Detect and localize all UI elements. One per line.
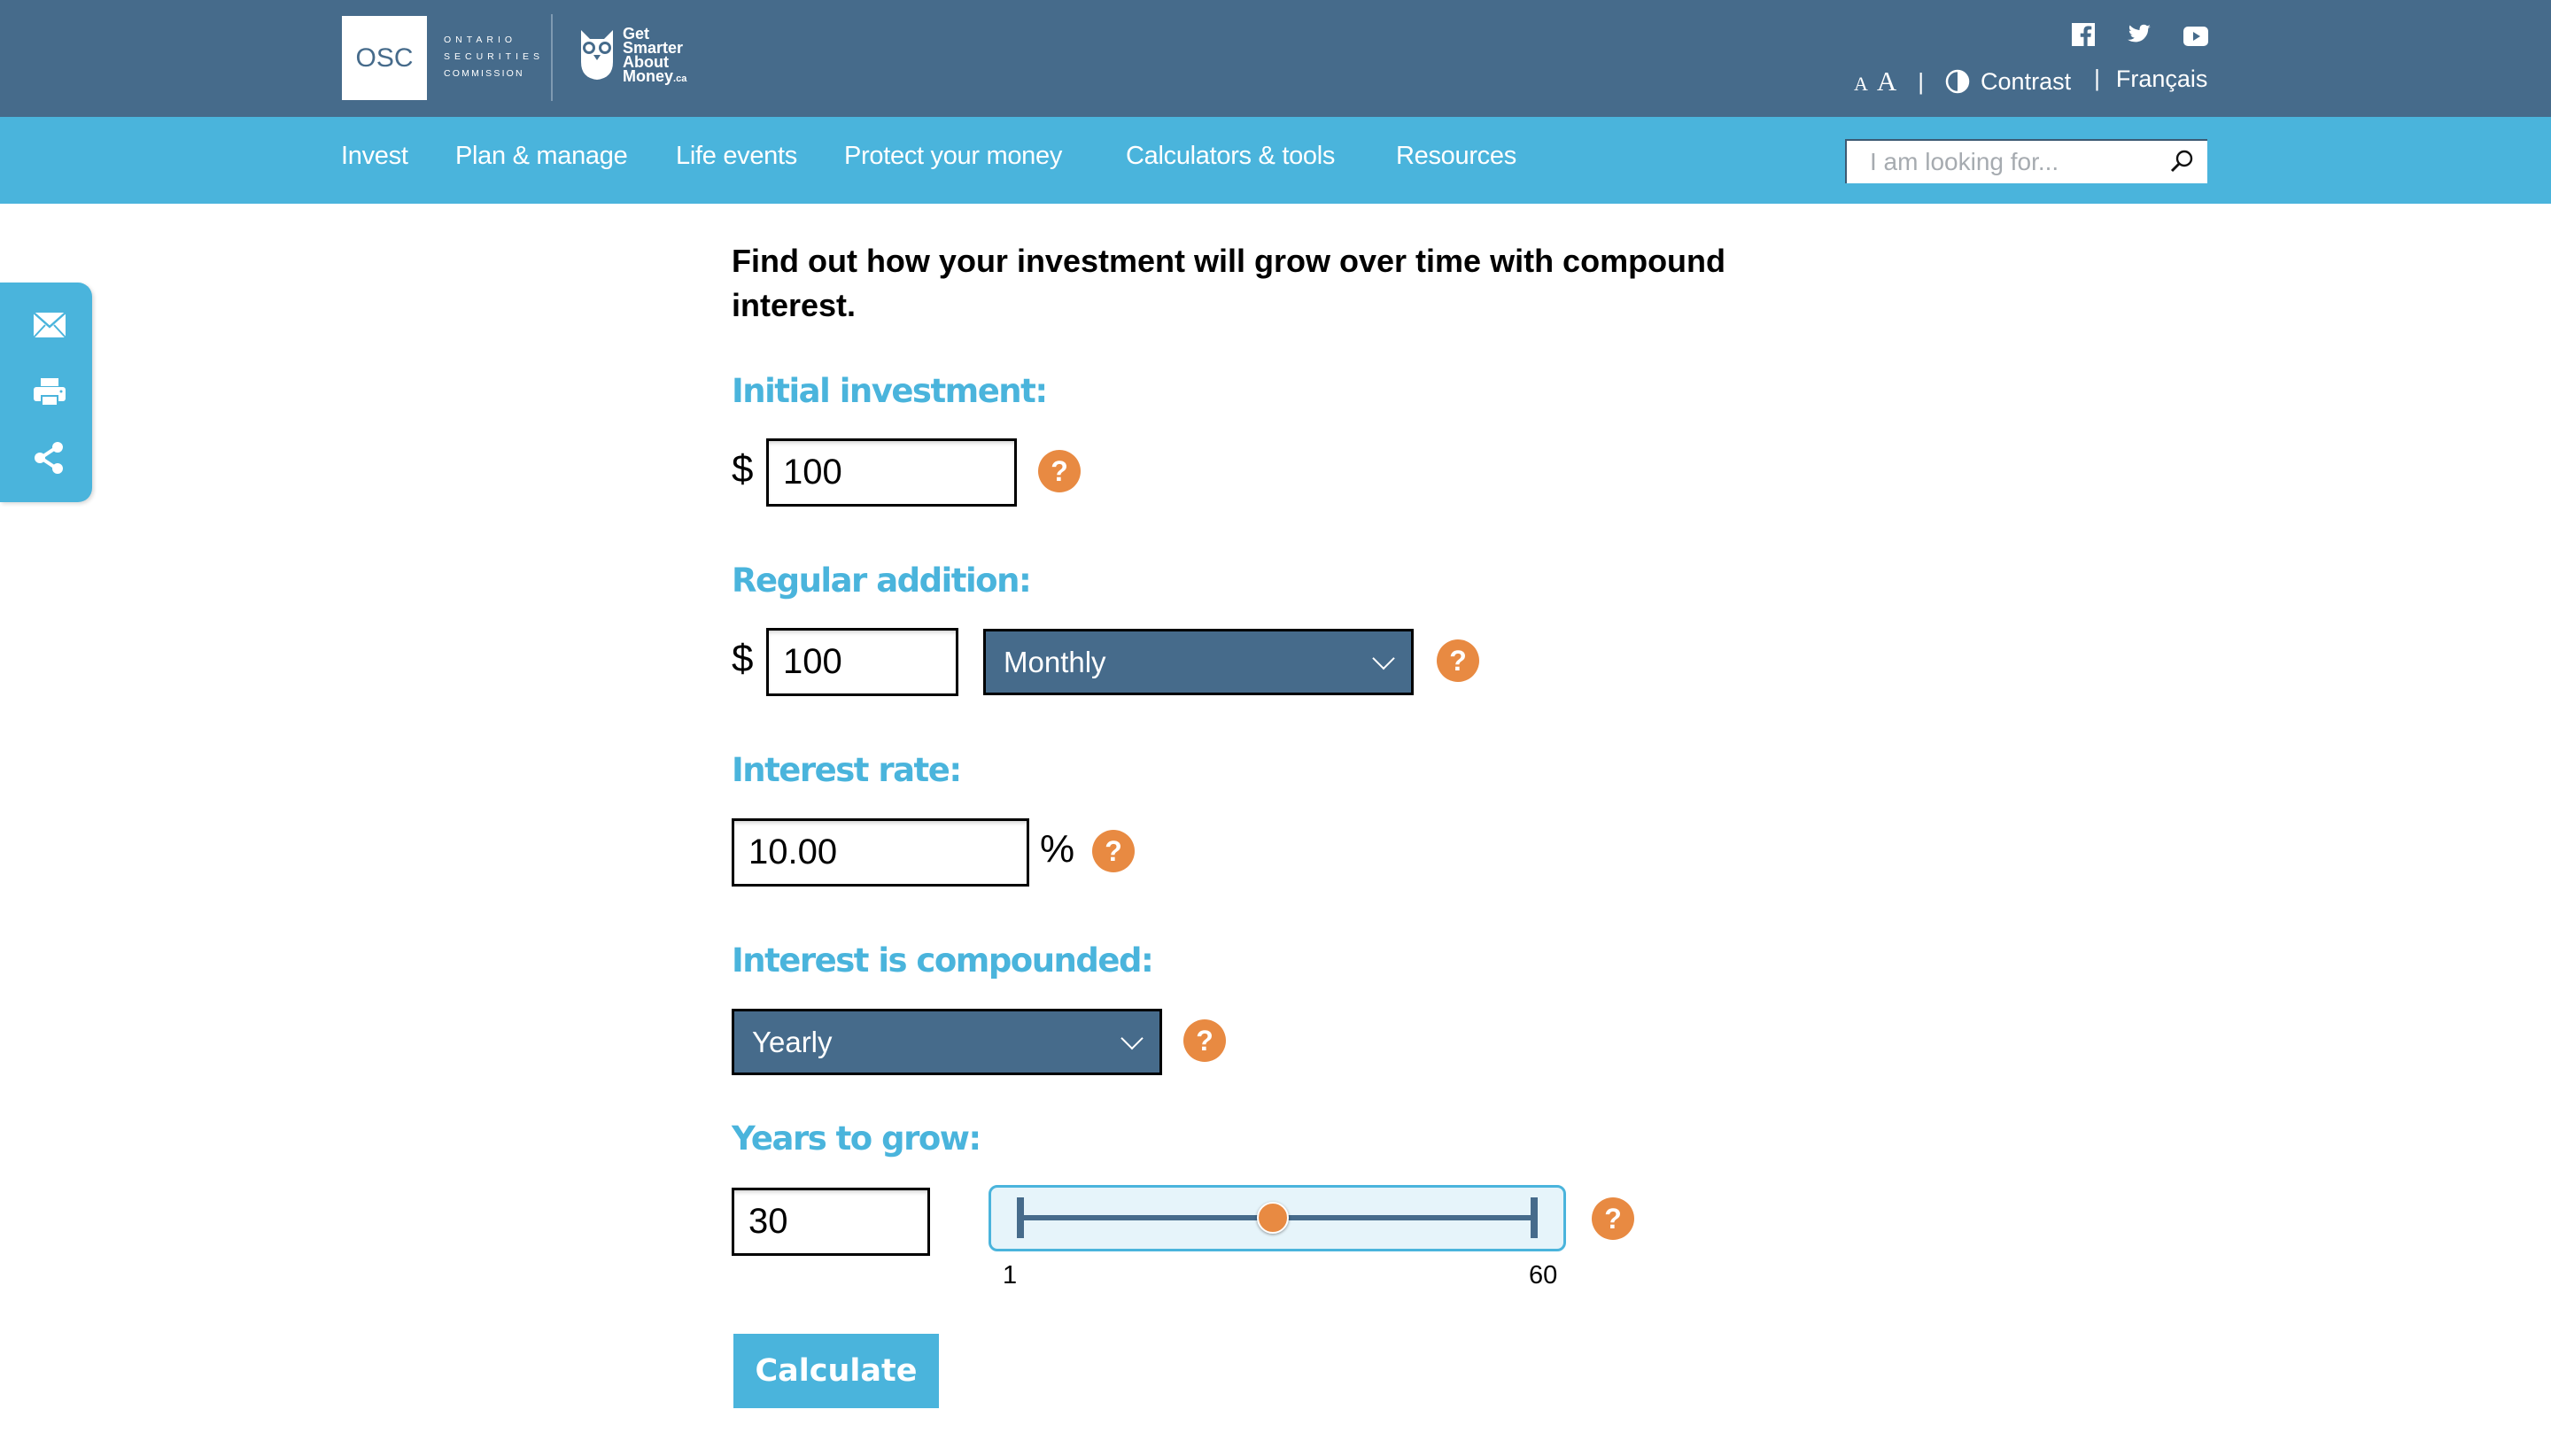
initial-investment-label: Initial investment: — [732, 372, 1048, 410]
font-size-small-button[interactable]: A — [1854, 73, 1868, 96]
share-icon[interactable] — [32, 440, 67, 476]
separator: | — [1918, 67, 1925, 95]
addition-frequency-value: Monthly — [1004, 645, 1106, 678]
search-input[interactable] — [1847, 141, 2173, 183]
interest-rate-help-button[interactable]: ? — [1092, 830, 1135, 872]
slider-max-label: 60 — [1529, 1261, 1558, 1289]
help-icon: ? — [1105, 834, 1122, 867]
slider-min-stop — [1017, 1197, 1024, 1238]
print-icon[interactable] — [32, 375, 67, 410]
chevron-down-icon — [1372, 647, 1395, 670]
regular-addition-input[interactable] — [766, 628, 958, 696]
calculate-button[interactable]: Calculate — [733, 1334, 939, 1408]
initial-investment-input[interactable] — [766, 438, 1017, 507]
nav-item-life-events[interactable]: Life events — [676, 142, 797, 171]
language-toggle-link[interactable]: Français — [2116, 66, 2208, 93]
chevron-down-icon — [1120, 1026, 1144, 1049]
interest-rate-input[interactable] — [732, 818, 1029, 887]
compounding-frequency-value: Yearly — [752, 1025, 833, 1058]
addition-frequency-select[interactable]: Monthly — [983, 629, 1414, 695]
youtube-icon[interactable] — [2183, 25, 2208, 48]
interest-rate-label: Interest rate: — [732, 751, 962, 789]
brand-line: Money — [623, 67, 674, 85]
twitter-icon[interactable] — [2127, 23, 2152, 46]
site-search — [1845, 139, 2207, 183]
font-size-large-button[interactable]: A — [1877, 66, 1896, 97]
percent-symbol: % — [1040, 827, 1075, 871]
regular-currency-symbol: $ — [732, 637, 754, 680]
years-to-grow-label: Years to grow: — [732, 1119, 981, 1158]
calculator-intro: Find out how your investment will grow o… — [732, 243, 1726, 323]
osc-logo-text: OSC — [355, 43, 414, 73]
compounding-help-button[interactable]: ? — [1183, 1019, 1226, 1062]
slider-min-label: 1 — [1003, 1261, 1018, 1289]
brand-suffix: .ca — [673, 74, 687, 84]
help-icon: ? — [1604, 1202, 1622, 1235]
separator: | — [2094, 64, 2100, 91]
regular-addition-label: Regular addition: — [732, 561, 1032, 600]
help-icon: ? — [1196, 1024, 1213, 1057]
initial-investment-help-button[interactable]: ? — [1038, 450, 1081, 492]
org-name-line: SECURITIES — [444, 51, 545, 62]
search-icon[interactable] — [2168, 148, 2195, 174]
contrast-icon[interactable] — [1945, 69, 1970, 94]
osc-logo[interactable]: OSC — [342, 16, 427, 100]
email-icon[interactable] — [32, 307, 67, 343]
osc-org-name: ONTARIO SECURITIES COMMISSION — [444, 32, 541, 82]
slider-thumb[interactable] — [1257, 1202, 1290, 1234]
compounding-label: Interest is compounded: — [732, 941, 1154, 980]
org-name-line: ONTARIO — [444, 35, 517, 45]
nav-item-calculators-tools[interactable]: Calculators & tools — [1126, 142, 1335, 171]
nav-item-plan-manage[interactable]: Plan & manage — [455, 142, 628, 171]
years-help-button[interactable]: ? — [1592, 1197, 1634, 1240]
help-icon: ? — [1051, 454, 1068, 487]
regular-addition-help-button[interactable]: ? — [1437, 639, 1479, 682]
slider-max-stop — [1531, 1197, 1538, 1238]
org-name-line: COMMISSION — [444, 68, 524, 79]
facebook-icon[interactable] — [2071, 23, 2096, 46]
get-smarter-about-money-logo[interactable]: Get Smarter About Money.ca — [623, 26, 687, 86]
logo-divider — [551, 14, 553, 101]
help-icon: ? — [1449, 644, 1467, 677]
compounding-frequency-select[interactable]: Yearly — [732, 1009, 1162, 1075]
utility-links: A A | Contrast | Français — [1854, 64, 2207, 99]
years-input[interactable] — [732, 1188, 930, 1256]
nav-item-invest[interactable]: Invest — [341, 142, 408, 171]
contrast-button[interactable]: Contrast — [1981, 68, 2071, 96]
owl-logo-icon[interactable] — [579, 27, 615, 81]
nav-item-resources[interactable]: Resources — [1396, 142, 1516, 171]
nav-item-protect-your-money[interactable]: Protect your money — [844, 142, 1062, 171]
initial-currency-symbol: $ — [732, 447, 754, 491]
